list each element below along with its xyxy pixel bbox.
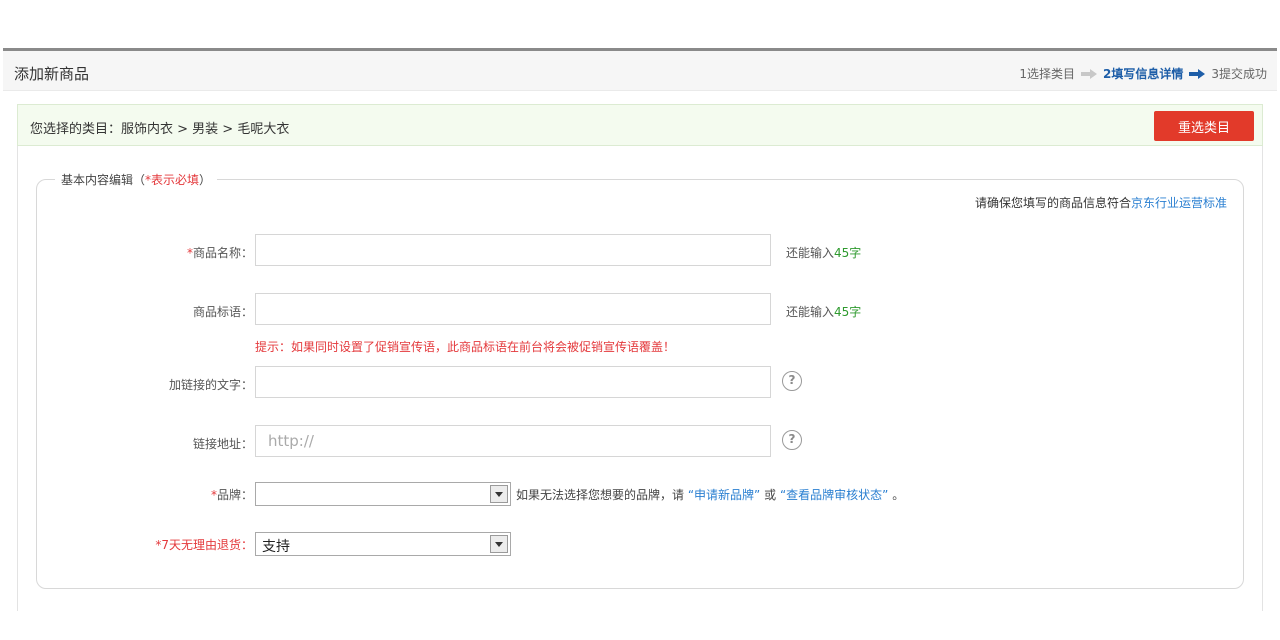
brand-note-suffix: 。 (892, 488, 905, 502)
basic-info-section: 基本内容编辑（*表示必填） 请确保您填写的商品信息符合京东行业运营标准 *商品名… (36, 171, 1244, 589)
content-border-left (17, 146, 18, 611)
return-policy-label: *7天无理由退货： (155, 538, 253, 552)
product-name-counter: 还能输入45字 (786, 244, 861, 261)
arrow-right-icon (1189, 68, 1206, 79)
brand-label: *品牌： (73, 486, 253, 503)
product-name-label: *商品名称： (73, 244, 253, 261)
brand-status-link[interactable]: “查看品牌审核状态” (780, 488, 888, 502)
chevron-down-icon[interactable] (490, 535, 508, 553)
chevron-down-icon[interactable] (490, 485, 508, 503)
notice-text: 请确保您填写的商品信息符合 (974, 196, 1131, 210)
step-indicator: 1选择类目 2填写信息详情 3提交成功 (1019, 65, 1267, 82)
link-text-input[interactable] (255, 366, 771, 398)
legend-suffix: ） (199, 173, 212, 187)
brand-select[interactable] (255, 482, 511, 506)
legend-prefix: 基本内容编辑（ (61, 173, 146, 187)
help-icon[interactable]: ? (782, 371, 802, 391)
link-text-label: 加链接的文字： (168, 378, 253, 392)
link-url-input[interactable]: http:// (255, 425, 771, 457)
counter-number: 45字 (834, 246, 862, 260)
category-bar: 您选择的类目：服饰内衣 > 男装 > 毛呢大衣 重选类目 (17, 104, 1263, 146)
brand-note-or: 或 (764, 488, 777, 502)
header-bar: 添加新商品 1选择类目 2填写信息详情 3提交成功 (3, 51, 1277, 91)
product-name-input[interactable] (255, 234, 771, 266)
reselect-category-button[interactable]: 重选类目 (1154, 111, 1254, 141)
step-1: 1选择类目 (1019, 67, 1075, 81)
return-policy-select[interactable]: 支持 (255, 532, 511, 556)
content-border-right (1262, 146, 1263, 611)
apply-brand-link[interactable]: “申请新品牌” (688, 488, 760, 502)
standards-link[interactable]: 京东行业运营标准 (1131, 196, 1227, 210)
brand-note: 如果无法选择您想要的品牌，请 “申请新品牌” 或 “查看品牌审核状态” 。 (516, 486, 904, 503)
product-slogan-input[interactable] (255, 293, 771, 325)
return-policy-value: 支持 (262, 539, 290, 555)
arrow-right-icon (1081, 68, 1097, 79)
page-frame: 添加新商品 1选择类目 2填写信息详情 3提交成功 您选择的类目：服饰内衣 > … (3, 48, 1277, 611)
slogan-hint: 提示：如果同时设置了促销宣传语，此商品标语在前台将会被促销宣传语覆盖！ (255, 340, 676, 354)
counter-prefix: 还能输入 (786, 246, 835, 260)
brand-label-text: 品牌： (216, 488, 253, 502)
product-name-label-text: 商品名称： (192, 246, 253, 260)
counter-number: 45字 (834, 305, 862, 319)
category-path: 服饰内衣 > 男装 > 毛呢大衣 (121, 122, 290, 137)
category-prefix: 您选择的类目： (30, 122, 122, 137)
counter-prefix: 还能输入 (786, 305, 835, 319)
standards-notice: 请确保您填写的商品信息符合京东行业运营标准 (975, 194, 1227, 211)
help-icon[interactable]: ? (782, 430, 802, 450)
step-3: 3提交成功 (1211, 67, 1267, 81)
legend-required-note: *表示必填 (145, 173, 200, 187)
link-url-label: 链接地址： (192, 437, 253, 451)
section-legend: 基本内容编辑（*表示必填） (55, 171, 218, 188)
brand-note-prefix: 如果无法选择您想要的品牌，请 (516, 488, 685, 502)
product-slogan-counter: 还能输入45字 (786, 303, 861, 320)
step-2-current: 2填写信息详情 (1103, 67, 1184, 81)
selected-category: 您选择的类目：服饰内衣 > 男装 > 毛呢大衣 (30, 118, 289, 137)
product-slogan-label: 商品标语： (192, 305, 253, 319)
page-title: 添加新商品 (14, 65, 90, 83)
